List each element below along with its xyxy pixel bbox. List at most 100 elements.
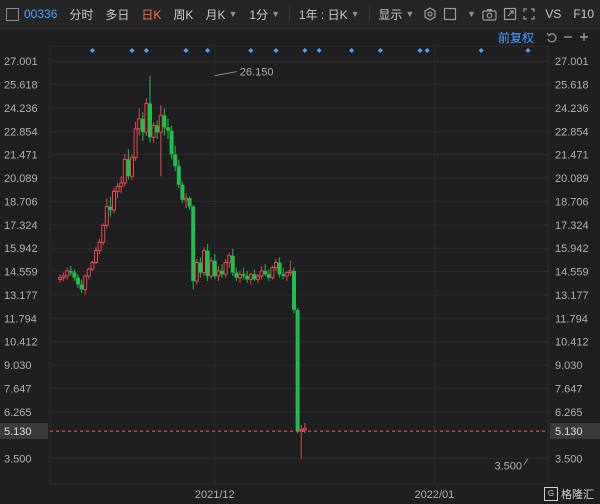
candle-body-down <box>140 118 145 133</box>
y-tick-label-left: 17.324 <box>4 220 38 232</box>
y-tick-label-left: 14.559 <box>4 267 38 279</box>
y-tick-label-left: 10.412 <box>4 337 38 349</box>
y-tick-label-right: 11.794 <box>555 313 588 325</box>
y-tick-label-right: 27.001 <box>555 56 589 68</box>
event-marker-icon <box>316 48 322 53</box>
candle-body-down <box>173 154 178 167</box>
x-axis: 2021/12 2022/01 <box>195 489 454 501</box>
candlestick-chart[interactable]: 5.130 5.130 27.001 25.618 24.236 22.854 21.47… <box>0 0 600 504</box>
y-tick-label-left: 18.706 <box>4 196 38 208</box>
candle-body-down <box>169 130 174 155</box>
candle-body-up <box>158 114 163 133</box>
candle-body-up <box>61 275 66 279</box>
y-tick-label-right: 9.030 <box>555 360 583 372</box>
candle-body-up <box>223 261 228 275</box>
y-tick-label-right: 6.265 <box>555 407 583 419</box>
y-tick-label-left: 3.500 <box>4 454 32 466</box>
high-annotation-leader <box>214 71 237 77</box>
y-tick-label-right: 14.559 <box>555 267 589 279</box>
y-tick-label-left: 21.471 <box>4 150 38 162</box>
candle-body-down <box>266 274 271 278</box>
y-tick-label-left: 27.001 <box>4 56 38 68</box>
event-marker-icon <box>349 48 355 53</box>
candle-body-up <box>194 261 199 282</box>
candles <box>58 75 307 459</box>
candle-body-up <box>119 182 124 187</box>
candle-body-down <box>205 250 210 276</box>
candle-body-up <box>302 427 307 431</box>
candle-body-up <box>256 275 260 280</box>
y-tick-label-left: 11.794 <box>4 313 37 325</box>
y-tick-label-left: 25.618 <box>4 80 38 92</box>
event-marker-icon <box>205 48 211 53</box>
event-marker-icon <box>273 48 279 53</box>
candle-body-down <box>212 260 217 276</box>
candle-body-down <box>241 274 246 276</box>
candle-body-up <box>58 277 62 280</box>
event-marker-icon <box>417 48 423 53</box>
event-marker-icon <box>424 48 430 53</box>
candle-body-down <box>108 206 113 211</box>
candle-body-down <box>148 103 152 138</box>
candle-body-up <box>209 260 214 277</box>
y-tick-label-right: 25.618 <box>555 80 589 92</box>
event-marker-icon <box>248 48 254 53</box>
candle-body-down <box>234 272 239 278</box>
y-tick-label-left: 13.177 <box>4 290 38 302</box>
candle-body-down <box>68 270 73 273</box>
candle-body-up <box>227 255 232 263</box>
y-tick-label-left: 7.647 <box>4 384 32 396</box>
y-tick-label-left: 15.942 <box>4 243 38 255</box>
y-tick-label-left: 9.030 <box>4 360 32 372</box>
candle-body-up <box>94 250 98 263</box>
y-axis-right: 27.001 25.618 24.236 22.854 21.471 20.089 18.7… <box>555 56 589 465</box>
candle-body-up <box>184 197 188 201</box>
y-tick-label-right: 13.177 <box>555 290 589 302</box>
x-tick-label: 2021/12 <box>195 489 235 501</box>
high-annotation-label: 26.150 <box>240 67 274 79</box>
event-marker-icon <box>143 48 149 53</box>
candle-body-up <box>216 270 221 277</box>
candle-body-down <box>292 270 296 310</box>
candle-body-down <box>281 274 286 276</box>
candle-body-up <box>284 272 289 277</box>
candle-body-down <box>191 206 196 282</box>
event-markers <box>89 48 531 53</box>
candle-body-up <box>112 190 116 211</box>
candle-body-up <box>144 102 149 133</box>
candle-body-down <box>198 262 203 273</box>
event-marker-icon <box>183 48 189 53</box>
y-tick-label-right: 17.324 <box>555 220 589 232</box>
y-tick-label-left: 24.236 <box>4 103 38 115</box>
candle-body-down <box>72 272 77 278</box>
candle-body-up <box>288 270 293 274</box>
event-marker-icon <box>525 48 531 53</box>
candle-body-up <box>130 157 134 177</box>
candle-body-down <box>162 115 167 128</box>
candle-body-down <box>277 262 282 275</box>
candle-body-up <box>137 118 142 130</box>
candle-body-down <box>230 255 235 273</box>
candle-body-up <box>104 206 109 226</box>
y-axis-left: 27.001 25.618 24.236 22.854 21.471 20.089 18.7… <box>4 56 38 465</box>
candle-body-down <box>180 184 185 200</box>
event-marker-icon <box>377 48 383 53</box>
y-tick-label-right: 24.236 <box>555 103 589 115</box>
current-price-label-right: 5.130 <box>555 426 583 438</box>
candle-body-up <box>83 275 88 291</box>
candle-body-down <box>295 309 300 432</box>
watermark-text: 格隆汇 <box>561 489 594 501</box>
y-tick-label-right: 21.471 <box>555 150 589 162</box>
event-marker-icon <box>302 48 308 53</box>
candle-body-down <box>245 275 250 280</box>
y-tick-label-right: 22.854 <box>555 126 589 138</box>
low-annotation-label: 3.500 <box>494 461 522 473</box>
candle-body-up <box>115 185 120 192</box>
candle-body-up <box>122 158 127 184</box>
event-marker-icon <box>129 48 135 53</box>
candle-body-up <box>248 273 253 280</box>
candle-body-down <box>263 270 268 275</box>
candle-body-down <box>252 274 257 280</box>
candle-body-up <box>90 261 95 270</box>
candle-body-down <box>166 127 170 131</box>
